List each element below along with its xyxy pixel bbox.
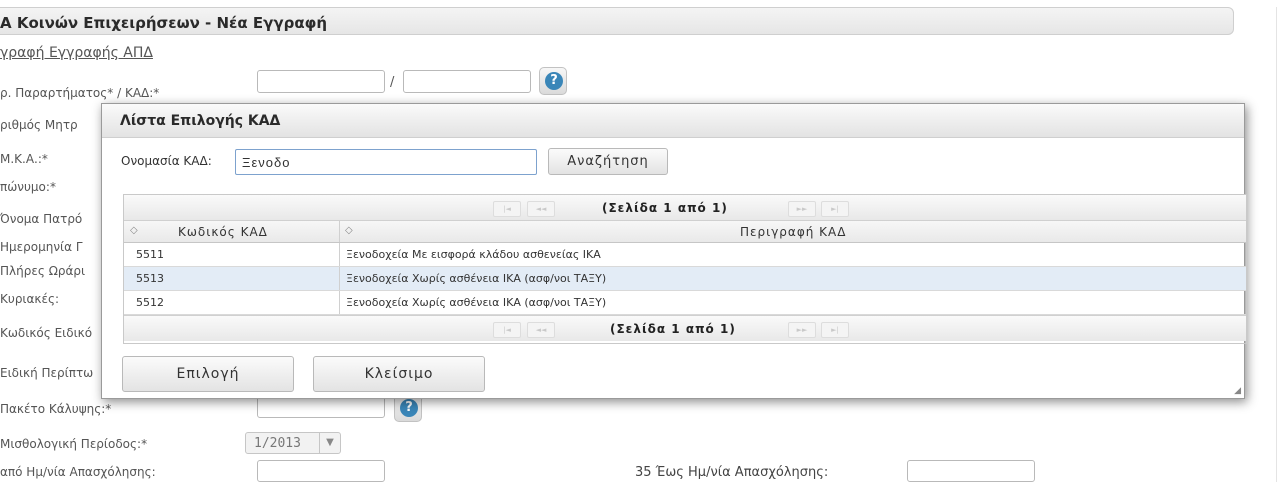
help-icon: ?	[545, 72, 563, 90]
slash-separator: /	[390, 75, 395, 90]
full-time-label: Πλήρες Ωράρι	[0, 264, 86, 278]
select-button[interactable]: Επιλογή	[122, 356, 294, 392]
column-header-description[interactable]: Περιγραφή ΚΑΔ	[740, 225, 846, 239]
last-page-icon[interactable]: ►|	[821, 201, 849, 217]
table-row[interactable]: 5511 Ξενοδοχεία Με εισφορά κλάδου ασθενε…	[124, 243, 1246, 267]
sundays-label: Κυριακές:	[0, 292, 60, 306]
coverage-package-label: Πακέτο Κάλυψης:*	[0, 402, 112, 416]
table-row-selected[interactable]: 5513 Ξενοδοχεία Χωρίς ασθένεια ΙΚΑ (ασφ/…	[124, 267, 1246, 291]
column-header-code[interactable]: Κωδικός ΚΑΔ	[178, 225, 268, 239]
close-button[interactable]: Κλείσιμο	[313, 356, 485, 392]
chevron-down-icon: ▼	[319, 433, 340, 453]
employment-to-label: 35 Έως Ημ/νία Απασχόλησης:	[635, 465, 829, 480]
branch-kad-label: ρ. Παραρτήματος* / ΚΑΔ:*	[0, 86, 160, 100]
page-title: Α Κοινών Επιχειρήσεων - Νέα Εγγραφή	[0, 14, 328, 32]
column-divider[interactable]	[339, 221, 340, 242]
column-divider	[339, 267, 340, 290]
kad-code-cell: 5511	[136, 248, 164, 261]
coverage-package-input[interactable]	[257, 396, 385, 418]
surname-label: πώνυμο:*	[0, 180, 56, 194]
amka-label: Μ.Κ.Α.:*	[0, 152, 48, 166]
cancel-registration-link[interactable]: γραφή Εγγραφής ΑΠΔ	[0, 45, 153, 61]
branch-number-input[interactable]	[257, 70, 385, 93]
grid-pager-top: |◄ ◄◄ (Σελίδα 1 από 1) ►► ►|	[124, 195, 1246, 220]
resize-grip-icon[interactable]: ◢	[1234, 386, 1241, 396]
payroll-period-select[interactable]: 1/2013 ▼	[245, 432, 341, 454]
kad-selection-dialog: Λίστα Επιλογής ΚΑΔ Ονομασία ΚΑΔ: Αναζήτη…	[101, 103, 1247, 399]
employment-from-input[interactable]	[257, 460, 385, 482]
last-page-icon[interactable]: ►|	[821, 322, 849, 338]
payroll-period-label: Μισθολογική Περίοδος:*	[0, 437, 148, 451]
kad-name-label: Ονομασία ΚΑΔ:	[121, 154, 212, 168]
registry-number-label: ριθμός Μητρ	[0, 118, 78, 132]
page-indicator: (Σελίδα 1 από 1)	[610, 322, 736, 336]
first-page-icon[interactable]: |◄	[493, 201, 521, 217]
employment-from-label: από Ημ/νία Απασχόλησης:	[0, 465, 156, 479]
kad-description-cell: Ξενοδοχεία Με εισφορά κλάδου ασθενείας Ι…	[346, 248, 601, 261]
kad-help-button[interactable]: ?	[539, 67, 567, 95]
kad-description-cell: Ξενοδοχεία Χωρίς ασθένεια ΙΚΑ (ασφ/νοι Τ…	[346, 272, 607, 285]
grid-header: ◇ Κωδικός ΚΑΔ ◇ Περιγραφή ΚΑΔ	[124, 220, 1246, 243]
sort-icon[interactable]: ◇	[130, 225, 138, 236]
next-page-icon[interactable]: ►►	[788, 322, 816, 338]
payroll-period-value: 1/2013	[254, 436, 301, 451]
kad-code-cell: 5513	[136, 272, 164, 285]
column-divider	[339, 291, 340, 314]
prev-page-icon[interactable]: ◄◄	[527, 201, 555, 217]
kad-input[interactable]	[403, 70, 531, 93]
first-page-icon[interactable]: |◄	[493, 322, 521, 338]
column-divider	[339, 243, 340, 266]
dialog-title: Λίστα Επιλογής ΚΑΔ	[120, 113, 281, 129]
search-button[interactable]: Αναζήτηση	[548, 148, 668, 175]
kad-code-cell: 5512	[136, 296, 164, 309]
kad-description-cell: Ξενοδοχεία Χωρίς ασθένεια ΙΚΑ (ασφ/νοι Τ…	[346, 296, 607, 309]
next-page-icon[interactable]: ►►	[788, 201, 816, 217]
sort-icon[interactable]: ◇	[345, 225, 353, 236]
special-case-label: Ειδική Περίπτω	[0, 366, 94, 380]
divider	[1276, 7, 1277, 482]
father-name-label: Όνομα Πατρό	[0, 212, 83, 226]
help-icon: ?	[400, 399, 418, 417]
special-code-label: Κωδικός Ειδικό	[0, 326, 93, 340]
employment-to-input[interactable]	[907, 460, 1035, 482]
prev-page-icon[interactable]: ◄◄	[527, 322, 555, 338]
page-indicator: (Σελίδα 1 από 1)	[602, 201, 728, 215]
kad-name-search-input[interactable]	[235, 149, 537, 175]
kad-results-grid: |◄ ◄◄ (Σελίδα 1 από 1) ►► ►| ◇ Κωδικός Κ…	[123, 194, 1247, 344]
table-row[interactable]: 5512 Ξενοδοχεία Χωρίς ασθένεια ΙΚΑ (ασφ/…	[124, 291, 1246, 315]
grid-pager-bottom: |◄ ◄◄ (Σελίδα 1 από 1) ►► ►|	[124, 315, 1246, 341]
birth-date-label: Ημερομηνία Γ	[0, 240, 83, 254]
